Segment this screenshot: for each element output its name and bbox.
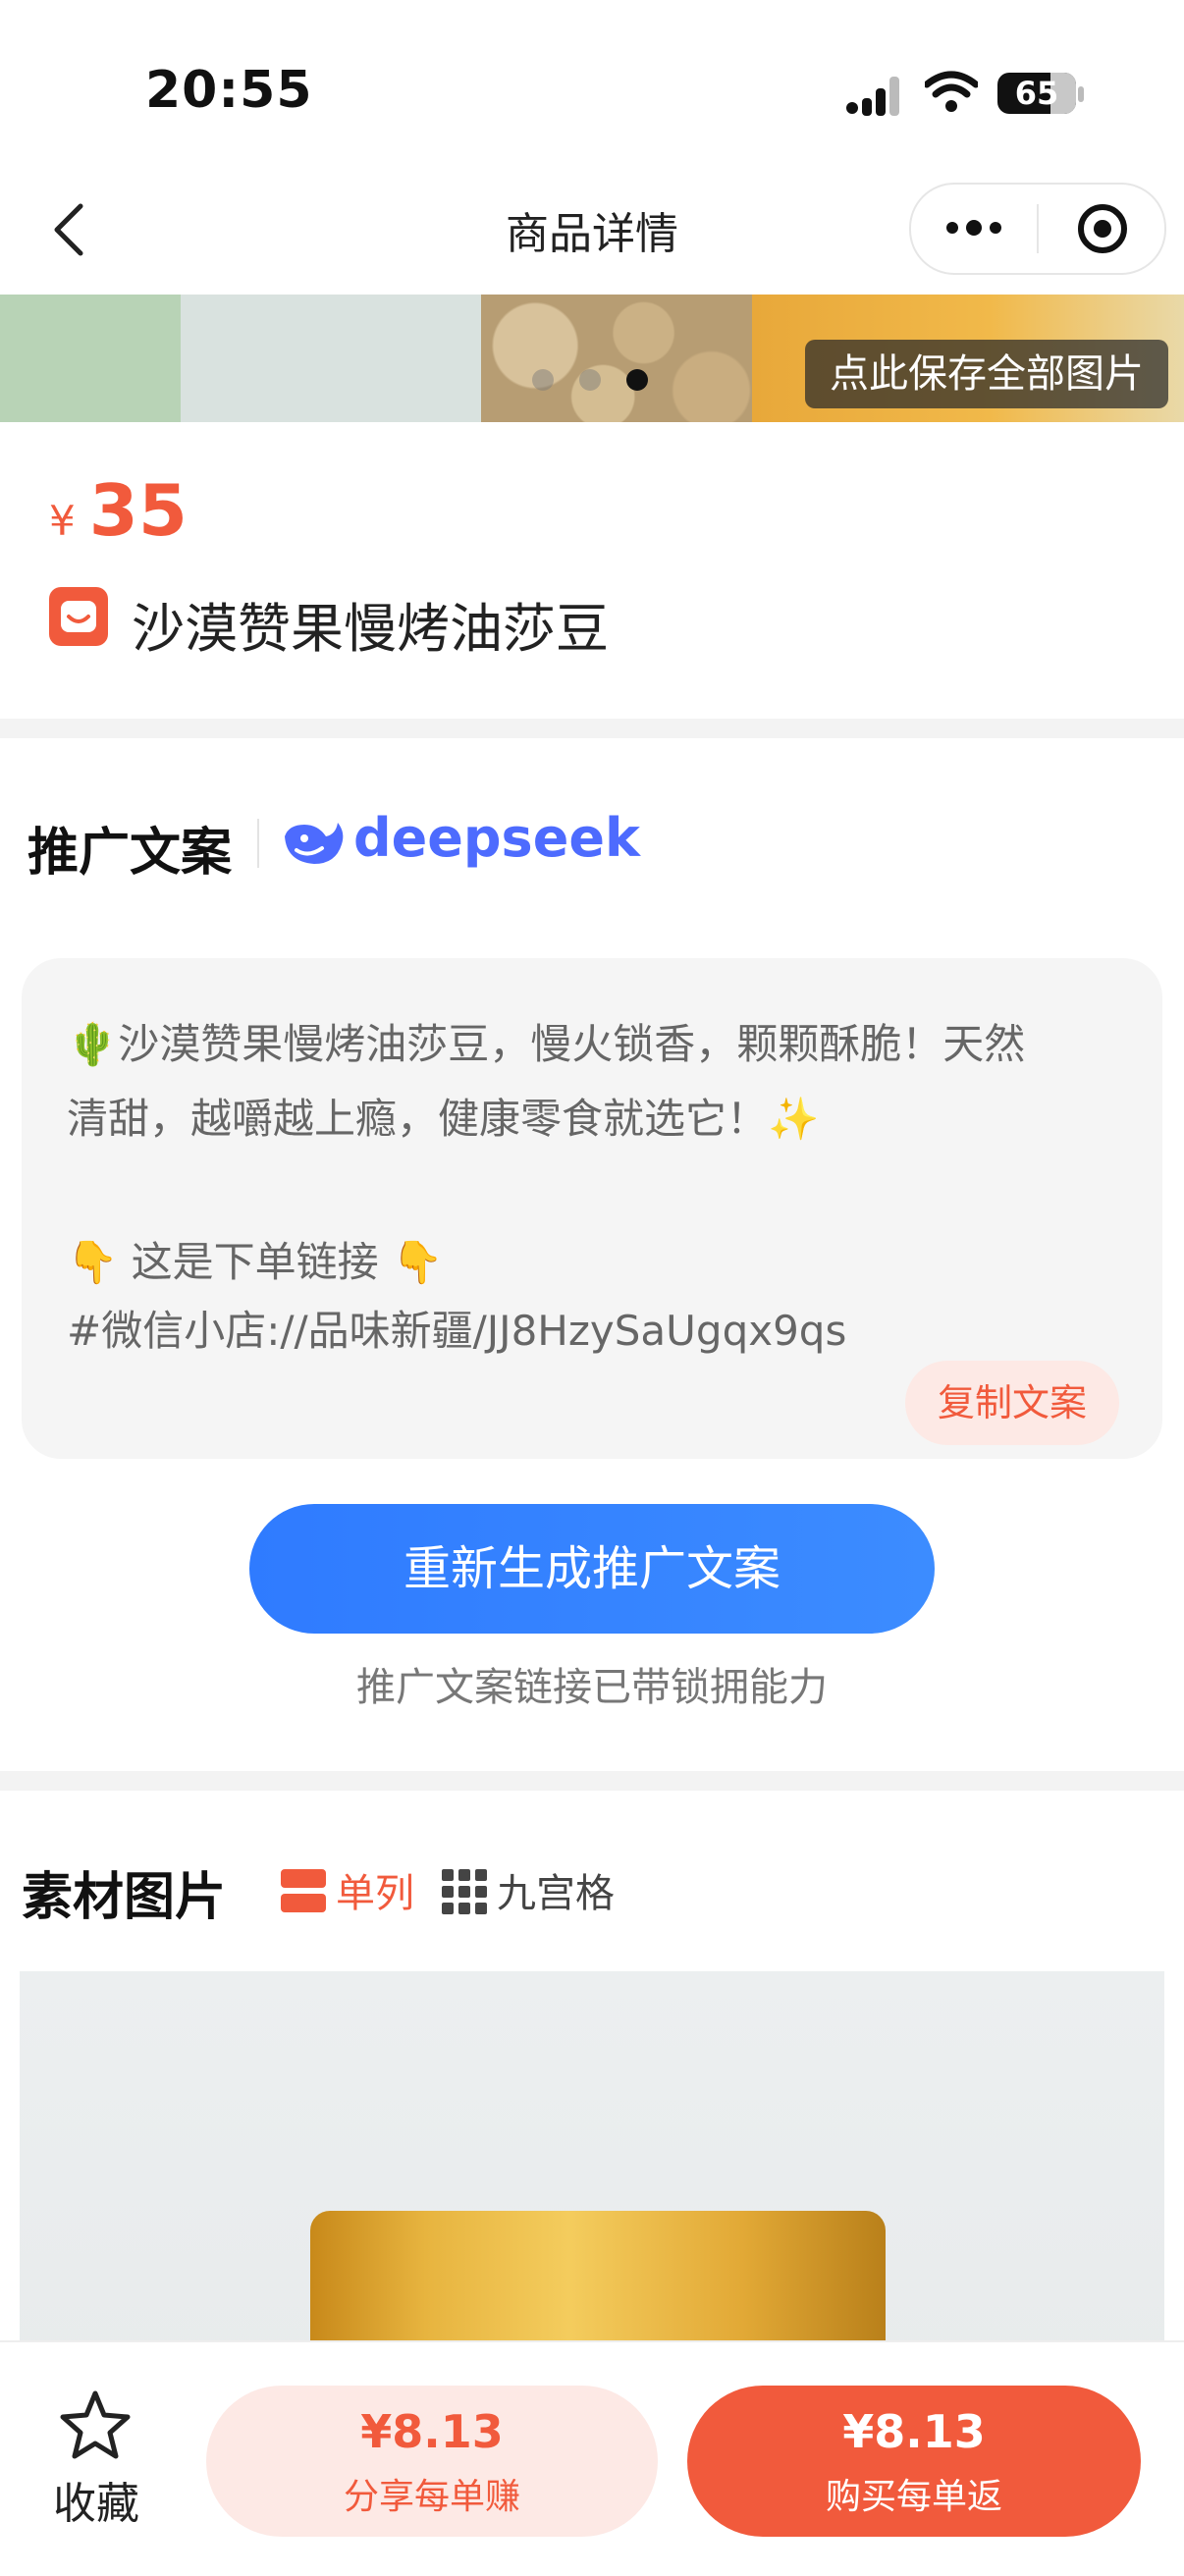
status-time: 20:55 — [145, 61, 313, 120]
tab-grid-label: 九宫格 — [497, 1871, 615, 1916]
buy-label: 购买每单返 — [825, 2477, 1002, 2517]
promo-link-line: #微信小店://品味新疆/JJ8HzySaUgqx9qs — [67, 1307, 847, 1355]
signal-icon — [846, 77, 899, 116]
share-amount: ¥8.13 — [360, 2405, 504, 2458]
carousel-dot-active[interactable] — [626, 369, 648, 391]
deepseek-logo-text: deepseek — [353, 807, 640, 869]
regenerate-copy-button[interactable]: 重新生成推广文案 — [249, 1504, 935, 1634]
section-divider — [0, 1771, 1184, 1791]
promo-copy-line: 👇 这是下单链接 👇 — [67, 1238, 444, 1286]
carousel-dot[interactable] — [532, 369, 554, 391]
tab-single-column-label: 单列 — [336, 1871, 414, 1916]
carousel-dot[interactable] — [579, 369, 601, 391]
battery-level: 65 — [1014, 75, 1059, 112]
shop-icon — [49, 587, 108, 646]
mini-program-capsule — [909, 183, 1166, 275]
currency-symbol: ¥ — [49, 497, 76, 545]
promo-copy-line: 🌵沙漠赞果慢烤油莎豆，慢火锁香，颗颗酥脆！天然 — [67, 1020, 1026, 1068]
product-name: 沙漠赞果慢烤油莎豆 — [132, 598, 609, 660]
product-price: ¥35 — [49, 469, 188, 552]
promo-copy-line: 清甜，越嚼越上瘾，健康零食就选它！✨ — [67, 1095, 820, 1143]
buy-rebate-button[interactable]: ¥8.13 购买每单返 — [687, 2386, 1141, 2537]
single-column-icon — [281, 1869, 326, 1912]
save-all-images-button[interactable]: 点此保存全部图片 — [805, 340, 1168, 408]
favorite-label[interactable]: 收藏 — [53, 2468, 139, 2531]
battery-icon: 65 — [997, 73, 1076, 114]
grid-icon — [442, 1869, 487, 1914]
share-label: 分享每单赚 — [343, 2477, 520, 2517]
star-icon[interactable] — [59, 2389, 132, 2460]
copy-text-button[interactable]: 复制文案 — [905, 1361, 1119, 1445]
more-icon[interactable] — [944, 218, 1003, 238]
record-icon[interactable] — [1076, 202, 1129, 255]
buy-amount: ¥8.13 — [842, 2405, 986, 2458]
section-divider — [0, 719, 1184, 738]
promo-section-title: 推广文案 — [27, 824, 233, 883]
share-earn-button[interactable]: ¥8.13 分享每单赚 — [206, 2386, 658, 2537]
regenerate-note: 推广文案链接已带锁拥能力 — [356, 1665, 828, 1710]
material-image[interactable] — [20, 1971, 1164, 2384]
wifi-icon — [925, 71, 978, 112]
price-value: 35 — [88, 469, 188, 552]
material-section-title: 素材图片 — [22, 1868, 227, 1927]
deepseek-whale-icon — [285, 823, 344, 864]
